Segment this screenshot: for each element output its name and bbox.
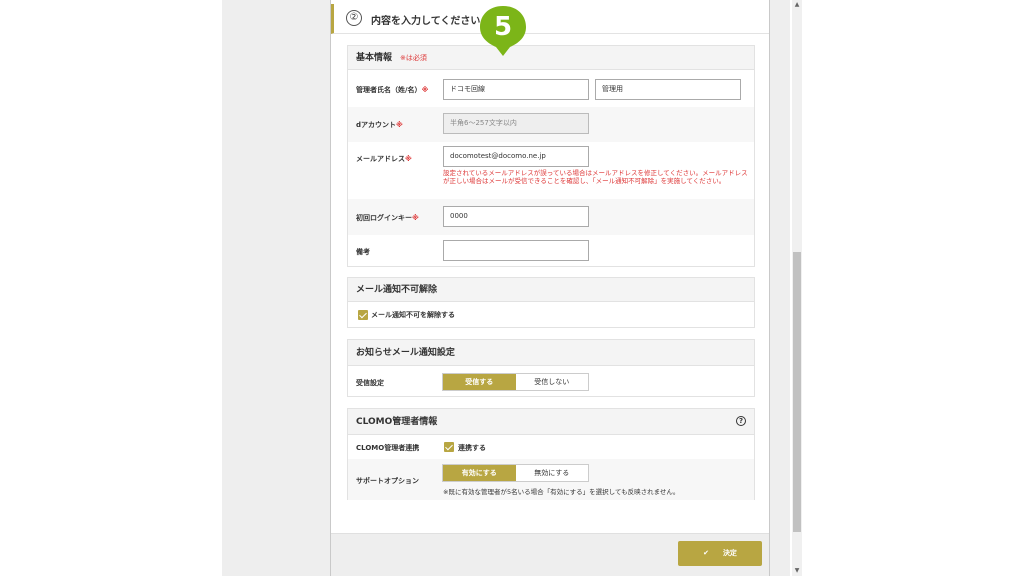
notice-section: お知らせメール通知設定 受信設定 受信する 受信しない <box>347 339 755 397</box>
memo-row: 備考 <box>348 235 754 267</box>
clomo-link-checkbox[interactable] <box>444 442 454 452</box>
login-key-input[interactable]: 0000 <box>443 206 589 227</box>
memo-label: 備考 <box>356 248 370 256</box>
email-warning: 設定されているメールアドレスが誤っている場合はメールアドレスを修正してください。… <box>443 169 748 185</box>
login-key-row: 初回ログインキー※ 0000 <box>348 199 754 235</box>
support-row: サポートオプション 有効にする 無効にする ※既に有効な管理者が5名いる場合「有… <box>348 459 754 500</box>
step-marker-pin: 5 <box>476 4 530 58</box>
mail-unblock-section: メール通知不可解除 メール通知不可を解除する <box>347 277 755 328</box>
notice-heading: お知らせメール通知設定 <box>348 340 754 366</box>
scroll-up-arrow[interactable]: ▲ <box>792 0 802 10</box>
mail-unblock-checkbox[interactable] <box>358 310 368 320</box>
page-title: 内容を入力してください <box>371 16 481 27</box>
receive-label: 受信設定 <box>356 379 384 387</box>
scroll-thumb[interactable] <box>793 252 801 532</box>
required-note: ※は必須 <box>400 54 427 62</box>
last-name-input[interactable]: ドコモ回線 <box>443 79 589 100</box>
support-enable-button[interactable]: 有効にする <box>443 465 516 481</box>
name-label: 管理者氏名（姓/名）※ <box>356 86 429 94</box>
support-note: ※既に有効な管理者が5名いる場合「有効にする」を選択しても反映されません。 <box>443 488 680 496</box>
clomo-heading: CLOMO管理者情報 ? <box>348 409 754 435</box>
submit-button[interactable]: ✔ 決定 <box>678 541 762 566</box>
clomo-title: CLOMO管理者情報 <box>356 417 438 427</box>
mail-unblock-heading: メール通知不可解除 <box>348 278 754 302</box>
form-panel: ② 内容を入力してください 基本情報 ※は必須 管理者氏名（姓/名）※ ドコモ回線… <box>330 0 770 576</box>
step-number: ② <box>346 10 362 26</box>
vertical-scrollbar[interactable]: ▲ ▼ <box>792 0 802 576</box>
clomo-link-label: CLOMO管理者連携 <box>356 444 420 452</box>
help-icon[interactable]: ? <box>736 416 746 426</box>
login-key-label: 初回ログインキー※ <box>356 214 419 222</box>
basic-info-title: 基本情報 <box>356 53 393 63</box>
email-label: メールアドレス※ <box>356 155 412 163</box>
clomo-section: CLOMO管理者情報 ? CLOMO管理者連携 連携する サポートオプション 有… <box>347 408 755 500</box>
basic-info-heading: 基本情報 ※は必須 <box>348 46 754 70</box>
receive-on-button[interactable]: 受信する <box>443 374 516 390</box>
receive-toggle: 受信する 受信しない <box>442 373 589 391</box>
first-name-input[interactable]: 管理用 <box>595 79 741 100</box>
account-input[interactable]: 半角6～257文字以内 <box>443 113 589 134</box>
step-marker-number: 5 <box>493 12 513 42</box>
receive-off-button[interactable]: 受信しない <box>515 374 588 390</box>
form-footer: ✔ 決定 <box>331 533 769 576</box>
basic-info-section: 基本情報 ※は必須 管理者氏名（姓/名）※ ドコモ回線 管理用 dアカウント※ 半… <box>347 45 755 267</box>
memo-input[interactable] <box>443 240 589 261</box>
scroll-down-arrow[interactable]: ▼ <box>792 566 802 576</box>
email-row: メールアドレス※ docomotest@docomo.ne.jp 設定されている… <box>348 142 754 199</box>
name-row: 管理者氏名（姓/名）※ ドコモ回線 管理用 <box>348 71 754 107</box>
account-label: dアカウント※ <box>356 121 403 129</box>
step-header: ② 内容を入力してください <box>331 4 769 34</box>
support-disable-button[interactable]: 無効にする <box>515 465 588 481</box>
support-toggle: 有効にする 無効にする <box>442 464 589 482</box>
submit-label: 決定 <box>722 549 737 557</box>
support-label: サポートオプション <box>356 477 419 485</box>
clomo-link-checkbox-label: 連携する <box>458 444 486 452</box>
account-row: dアカウント※ 半角6～257文字以内 <box>348 107 754 142</box>
email-input[interactable]: docomotest@docomo.ne.jp <box>443 146 589 167</box>
check-icon: ✔ <box>703 549 709 557</box>
mail-unblock-label: メール通知不可を解除する <box>371 311 455 319</box>
